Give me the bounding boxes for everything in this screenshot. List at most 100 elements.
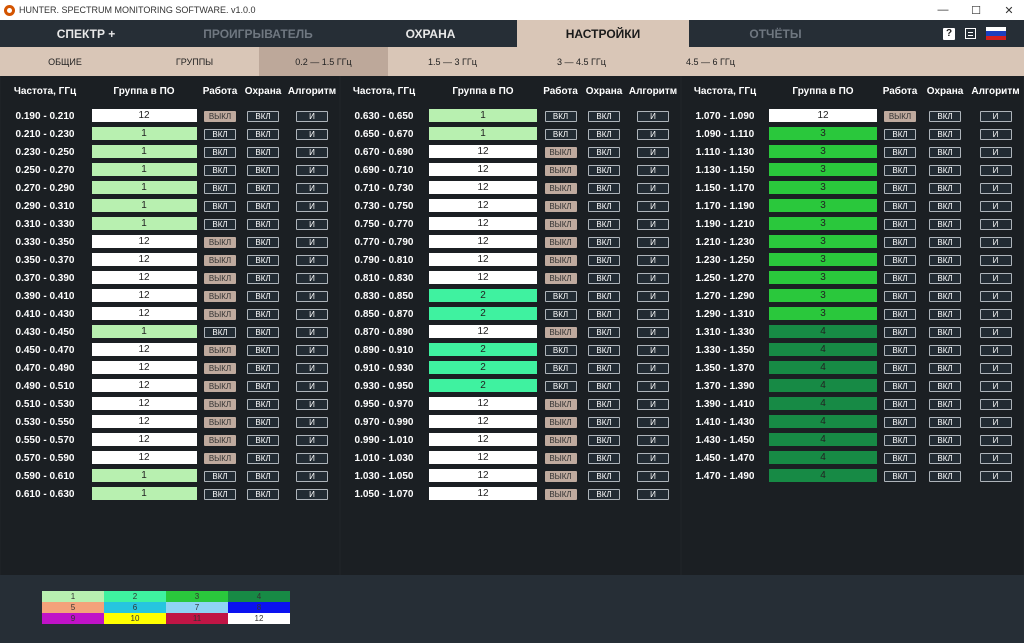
work-toggle[interactable]: ВКЛ [884,273,916,284]
algorithm-button[interactable]: И [637,291,669,302]
algorithm-button[interactable]: И [637,399,669,410]
work-toggle[interactable]: ВЫКЛ [544,489,577,500]
subtab-4-5-6-ghz[interactable]: 4.5 — 6 ГГц [646,47,775,76]
algorithm-button[interactable]: И [296,489,328,500]
group-field[interactable]: 12 [429,198,537,212]
guard-toggle[interactable]: ВКЛ [588,489,620,500]
guard-toggle[interactable]: ВКЛ [588,309,620,320]
algorithm-button[interactable]: И [637,201,669,212]
group-field[interactable]: 12 [429,432,537,446]
maximize-icon[interactable]: ☐ [961,0,991,20]
group-field[interactable]: 3 [769,234,877,248]
work-toggle[interactable]: ВКЛ [884,147,916,158]
work-toggle[interactable]: ВЫКЛ [544,165,577,176]
group-field[interactable]: 12 [429,216,537,230]
algorithm-button[interactable]: И [296,345,328,356]
guard-toggle[interactable]: ВКЛ [929,327,961,338]
group-field[interactable]: 12 [91,414,197,428]
work-toggle[interactable]: ВКЛ [884,183,916,194]
algorithm-button[interactable]: И [637,309,669,320]
group-field[interactable]: 12 [91,396,197,410]
algorithm-button[interactable]: И [296,399,328,410]
algorithm-button[interactable]: И [296,147,328,158]
group-field[interactable]: 12 [91,306,197,320]
algorithm-button[interactable]: И [979,417,1012,428]
work-toggle[interactable]: ВКЛ [884,291,916,302]
group-field[interactable]: 12 [91,450,197,464]
guard-toggle[interactable]: ВКЛ [929,111,961,122]
guard-toggle[interactable]: ВКЛ [929,453,961,464]
algorithm-button[interactable]: И [979,111,1012,122]
algorithm-button[interactable]: И [637,435,669,446]
group-field[interactable]: 12 [91,360,197,374]
algorithm-button[interactable]: И [296,417,328,428]
group-field[interactable]: 12 [91,288,197,302]
guard-toggle[interactable]: ВКЛ [588,471,620,482]
algorithm-button[interactable]: И [637,237,669,248]
guard-toggle[interactable]: ВКЛ [929,381,961,392]
group-field[interactable]: 12 [429,396,537,410]
algorithm-button[interactable]: И [637,147,669,158]
algorithm-button[interactable]: И [637,327,669,338]
guard-toggle[interactable]: ВКЛ [929,219,961,230]
guard-toggle[interactable]: ВКЛ [247,237,279,248]
work-toggle[interactable]: ВКЛ [544,129,577,140]
algorithm-button[interactable]: И [979,165,1012,176]
work-toggle[interactable]: ВКЛ [544,111,577,122]
work-toggle[interactable]: ВКЛ [884,453,916,464]
algorithm-button[interactable]: И [296,129,328,140]
guard-toggle[interactable]: ВКЛ [588,165,620,176]
tab-guard[interactable]: ОХРАНА [344,20,517,47]
group-field[interactable]: 2 [429,378,537,392]
guard-toggle[interactable]: ВКЛ [588,111,620,122]
russia-flag-icon[interactable] [986,27,1006,40]
algorithm-button[interactable]: И [979,309,1012,320]
guard-toggle[interactable]: ВКЛ [588,273,620,284]
algorithm-button[interactable]: И [979,129,1012,140]
guard-toggle[interactable]: ВКЛ [247,327,279,338]
work-toggle[interactable]: ВЫКЛ [204,417,236,428]
work-toggle[interactable]: ВЫКЛ [544,327,577,338]
guard-toggle[interactable]: ВКЛ [588,417,620,428]
group-field[interactable]: 4 [769,360,877,374]
guard-toggle[interactable]: ВКЛ [588,237,620,248]
group-field[interactable]: 3 [769,126,877,140]
algorithm-button[interactable]: И [296,219,328,230]
algorithm-button[interactable]: И [296,237,328,248]
tab-reports[interactable]: ОТЧЁТЫ [689,20,862,47]
group-field[interactable]: 12 [429,486,537,500]
work-toggle[interactable]: ВКЛ [204,129,236,140]
work-toggle[interactable]: ВЫКЛ [884,111,916,122]
algorithm-button[interactable]: И [979,453,1012,464]
guard-toggle[interactable]: ВКЛ [247,111,279,122]
guard-toggle[interactable]: ВКЛ [588,435,620,446]
work-toggle[interactable]: ВЫКЛ [544,255,577,266]
algorithm-button[interactable]: И [296,201,328,212]
group-field[interactable]: 3 [769,306,877,320]
work-toggle[interactable]: ВЫКЛ [204,363,236,374]
algorithm-button[interactable]: И [979,273,1012,284]
guard-toggle[interactable]: ВКЛ [247,291,279,302]
algorithm-button[interactable]: И [296,327,328,338]
group-field[interactable]: 12 [429,162,537,176]
group-field[interactable]: 12 [91,342,197,356]
algorithm-button[interactable]: И [637,453,669,464]
guard-toggle[interactable]: ВКЛ [588,219,620,230]
algorithm-button[interactable]: И [296,363,328,374]
document-icon[interactable] [965,28,976,39]
work-toggle[interactable]: ВКЛ [884,417,916,428]
guard-toggle[interactable]: ВКЛ [247,363,279,374]
algorithm-button[interactable]: И [296,291,328,302]
work-toggle[interactable]: ВКЛ [884,255,916,266]
subtab-3-4-5-ghz[interactable]: 3 — 4.5 ГГц [517,47,646,76]
group-field[interactable]: 1 [429,108,537,122]
subtab-0-2-1-5-ghz[interactable]: 0.2 — 1.5 ГГц [259,47,388,76]
work-toggle[interactable]: ВКЛ [884,381,916,392]
group-field[interactable]: 1 [429,126,537,140]
work-toggle[interactable]: ВКЛ [884,399,916,410]
tab-player[interactable]: ПРОИГРЫВАТЕЛЬ [172,20,344,47]
guard-toggle[interactable]: ВКЛ [247,201,279,212]
algorithm-button[interactable]: И [979,435,1012,446]
minimize-icon[interactable]: — [928,0,958,20]
guard-toggle[interactable]: ВКЛ [929,255,961,266]
